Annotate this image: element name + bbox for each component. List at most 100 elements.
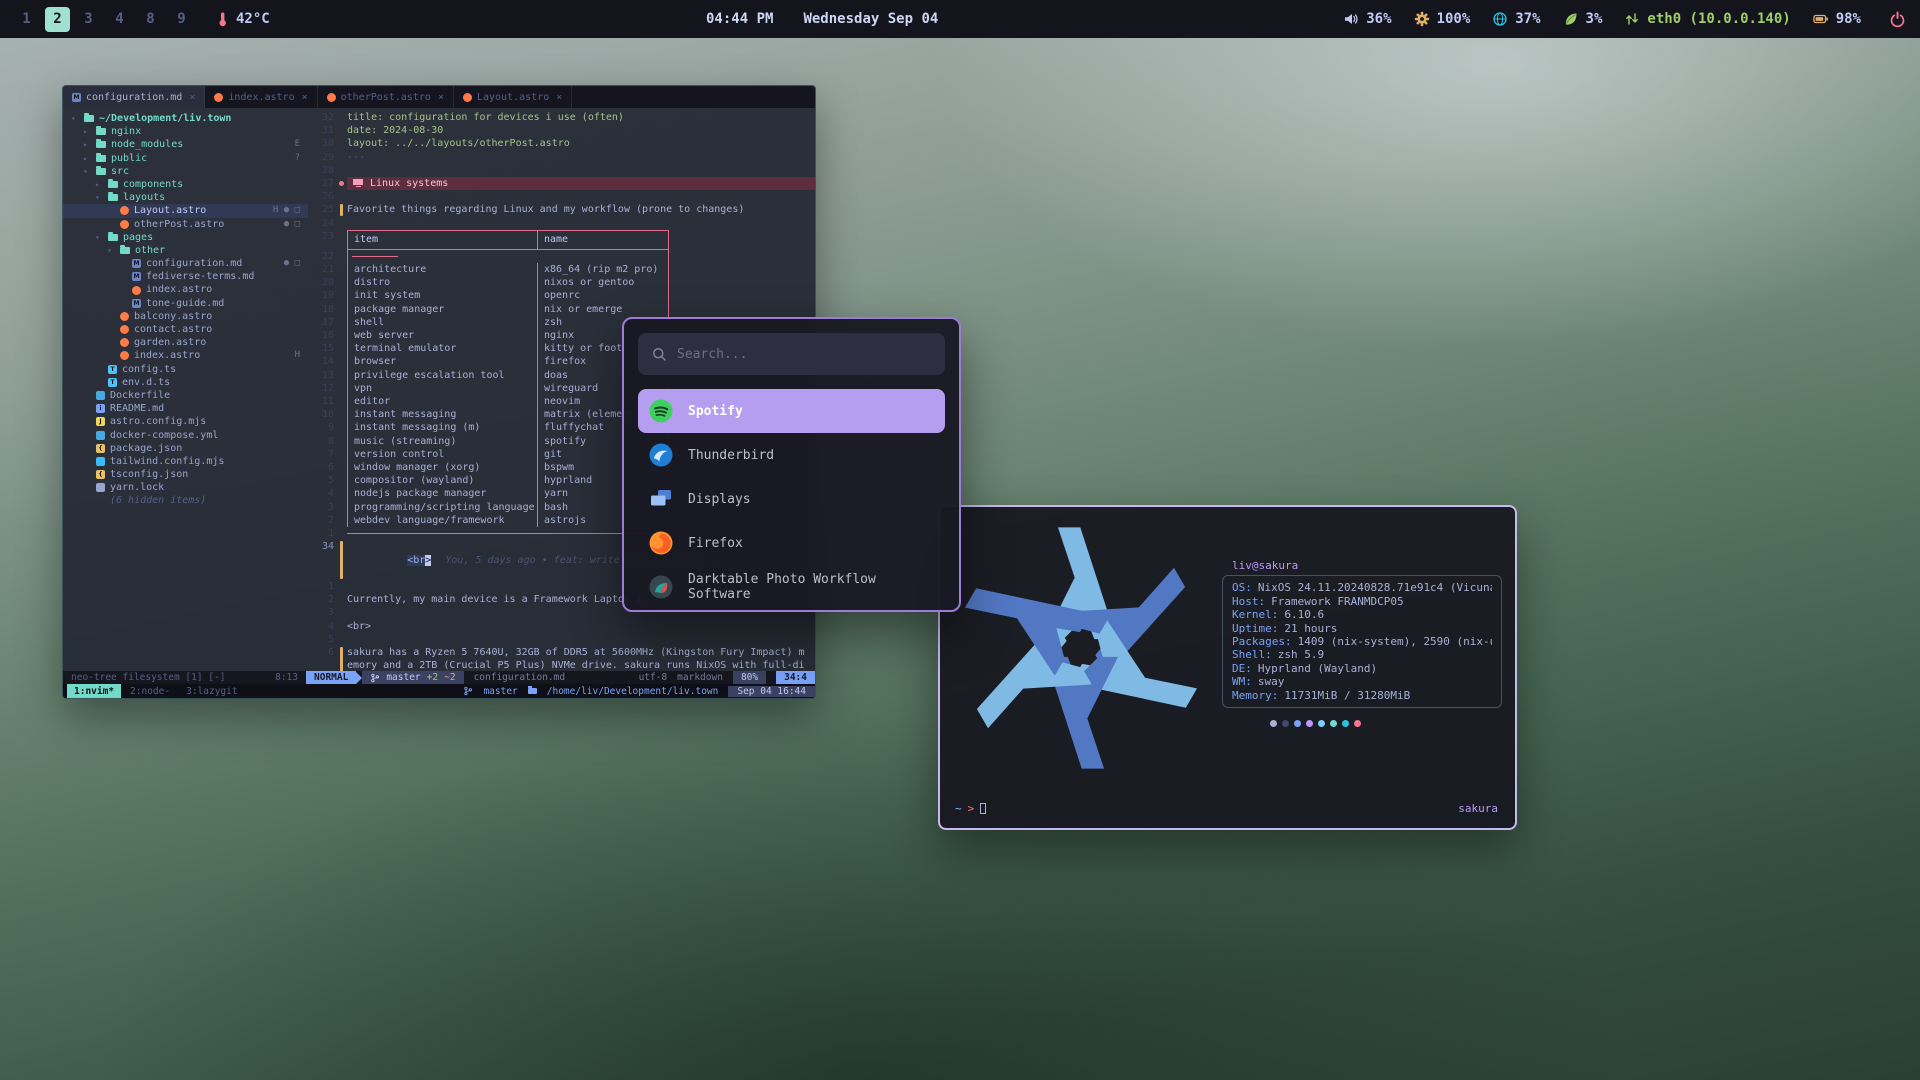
file-icon: [96, 470, 105, 479]
tree-item[interactable]: docker-compose.yml: [63, 429, 308, 442]
tree-item[interactable]: configuration.md ● □: [63, 257, 308, 270]
file-icon: [96, 497, 105, 506]
tree-item[interactable]: astro.config.mjs: [63, 415, 308, 428]
network-module[interactable]: eth0 (10.0.0.140): [1624, 11, 1790, 27]
tree-item[interactable]: otherPost.astro ● □: [63, 218, 308, 231]
tree-item[interactable]: Layout.astro H ● □: [63, 204, 308, 217]
launcher-app-item[interactable]: Firefox: [638, 521, 945, 565]
tree-item[interactable]: README.md: [63, 402, 308, 415]
tree-item[interactable]: config.ts: [63, 363, 308, 376]
line-number: 31: [308, 124, 334, 137]
table-cell-item: compositor (wayland): [348, 474, 538, 487]
info-value: 21 hours: [1284, 622, 1337, 635]
tree-item[interactable]: garden.astro: [63, 336, 308, 349]
power-button[interactable]: [1889, 11, 1906, 28]
network-icon: [1624, 11, 1640, 27]
file-icon: [120, 206, 129, 215]
tab-close-icon[interactable]: ×: [556, 92, 562, 103]
tree-item[interactable]: ▾ layouts: [63, 191, 308, 204]
tmux-window[interactable]: 1:nvim*: [67, 684, 121, 698]
file-name: README.md: [110, 402, 164, 415]
line-text: layout: ../../layouts/otherPost.astro: [347, 137, 570, 150]
gutter-marker: [340, 606, 347, 619]
workspace-button[interactable]: 3: [76, 7, 101, 32]
tree-chevron: ▾: [107, 244, 115, 257]
tree-item[interactable]: env.d.ts: [63, 376, 308, 389]
editor-tab[interactable]: Layout.astro ×: [454, 86, 572, 108]
file-name: pages: [123, 231, 153, 244]
file-name: package.json: [110, 442, 182, 455]
tree-item[interactable]: index.astro H: [63, 349, 308, 362]
search-icon: [650, 345, 668, 363]
fastfetch-terminal[interactable]: liv@sakura OS: NixOS 24.11.20240828.71e9…: [938, 505, 1517, 830]
file-name: index.astro: [146, 283, 212, 296]
git-branch-icon: [463, 685, 473, 697]
tree-item[interactable]: fediverse-terms.md: [63, 270, 308, 283]
tree-item[interactable]: ▾ other: [63, 244, 308, 257]
root-path: ~/Development/liv.town: [99, 112, 231, 125]
globe-icon: [1492, 11, 1508, 27]
launcher-app-item[interactable]: Darktable Photo Workflow Software: [638, 565, 945, 609]
line-number: 30: [308, 137, 334, 150]
tree-item[interactable]: ▸ public ?: [63, 152, 308, 165]
line-number: 18: [308, 303, 334, 316]
tree-item[interactable]: contact.astro: [63, 323, 308, 336]
editor-tab[interactable]: otherPost.astro ×: [318, 86, 454, 108]
workspace-button[interactable]: 4: [107, 7, 132, 32]
app-icon: [648, 398, 674, 424]
tab-close-icon[interactable]: ×: [302, 92, 308, 103]
tree-item[interactable]: tailwind.config.mjs: [63, 455, 308, 468]
tab-close-icon[interactable]: ×: [438, 92, 444, 103]
launcher-app-item[interactable]: Displays: [638, 477, 945, 521]
tree-item[interactable]: balcony.astro: [63, 310, 308, 323]
tree-item[interactable]: Dockerfile: [63, 389, 308, 402]
shell-prompt[interactable]: ~ >: [955, 802, 986, 815]
launcher-search[interactable]: [638, 333, 945, 375]
file-tree[interactable]: ▾ ~/Development/liv.town ▸ nginx ▸ node_…: [63, 108, 308, 671]
tree-chevron: ▾: [83, 165, 91, 178]
line-number: 6: [308, 646, 334, 671]
tree-item[interactable]: index.astro: [63, 283, 308, 296]
globe-module[interactable]: 37%: [1492, 11, 1540, 27]
battery-module[interactable]: 98%: [1813, 11, 1861, 27]
workspace-button[interactable]: 9: [169, 7, 194, 32]
info-value: zsh 5.9: [1278, 648, 1324, 661]
volume-module[interactable]: 36%: [1343, 11, 1391, 27]
tab-close-icon[interactable]: ×: [189, 92, 195, 103]
file-icon: [108, 181, 118, 188]
search-input[interactable]: [677, 347, 933, 362]
tree-item[interactable]: ▸ components: [63, 178, 308, 191]
tree-item[interactable]: (6 hidden items): [63, 494, 308, 507]
tree-root[interactable]: ▾ ~/Development/liv.town: [63, 112, 308, 125]
tab-label: Layout.astro: [477, 92, 549, 103]
gutter-marker: [340, 137, 347, 150]
gutter-marker: [340, 620, 347, 633]
tree-item[interactable]: ▾ src: [63, 165, 308, 178]
file-name: tsconfig.json: [110, 468, 188, 481]
info-value: Hyprland (Wayland): [1258, 662, 1377, 675]
editor-tab[interactable]: configuration.md ×: [63, 86, 205, 108]
tree-item[interactable]: package.json: [63, 442, 308, 455]
workspace-button[interactable]: 2: [45, 7, 70, 32]
launcher-app-item[interactable]: Thunderbird: [638, 433, 945, 477]
git-branch-icon: [370, 672, 380, 684]
tree-item[interactable]: tone-guide.md: [63, 297, 308, 310]
line-text: title: configuration for devices i use (…: [347, 111, 624, 124]
workspace-button[interactable]: 1: [14, 7, 39, 32]
tree-item[interactable]: ▸ nginx: [63, 125, 308, 138]
tree-item[interactable]: tsconfig.json: [63, 468, 308, 481]
workspace-button[interactable]: 8: [138, 7, 163, 32]
tmux-window[interactable]: 2:node-: [123, 684, 177, 698]
eco-module[interactable]: 3%: [1563, 11, 1603, 27]
git-branch: master: [386, 672, 420, 683]
editor-line: 6 sakura has a Ryzen 5 7640U, 32GB of DD…: [308, 646, 815, 671]
table-cell-item: webdev language/framework: [348, 514, 538, 527]
tree-item[interactable]: ▸ node_modules E: [63, 138, 308, 151]
info-row: Kernel: 6.10.6: [1232, 608, 1492, 621]
editor-tab[interactable]: index.astro ×: [205, 86, 317, 108]
launcher-app-item[interactable]: Spotify: [638, 389, 945, 433]
gear-module[interactable]: 100%: [1414, 11, 1471, 27]
tmux-window[interactable]: 3:lazygit: [179, 684, 244, 698]
tree-item[interactable]: yarn.lock: [63, 481, 308, 494]
tree-item[interactable]: ▾ pages: [63, 231, 308, 244]
